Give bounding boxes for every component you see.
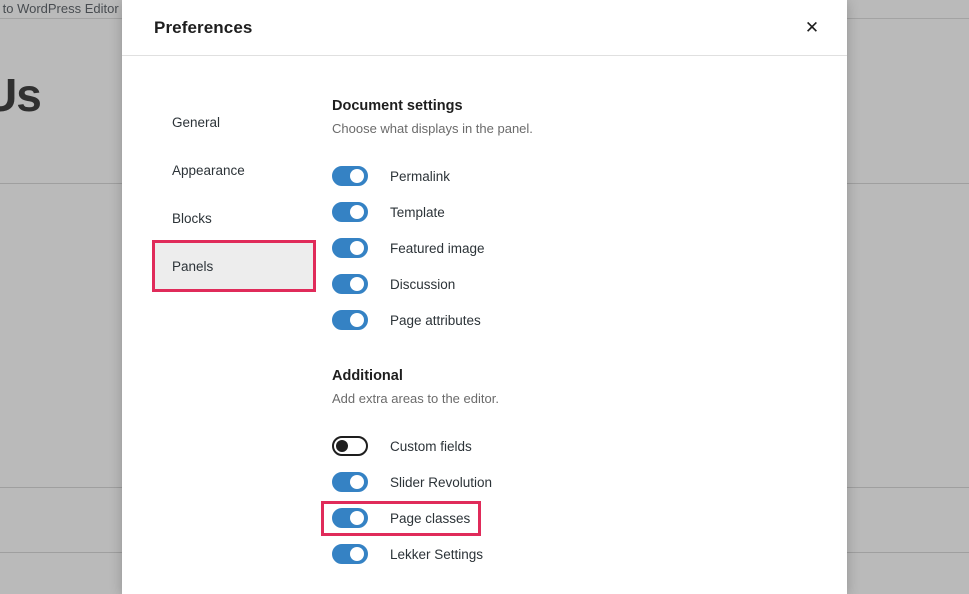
toggle-row-permalink[interactable]: Permalink xyxy=(332,158,847,194)
toggle-knob xyxy=(350,241,364,255)
toggle-switch-lekker-settings[interactable] xyxy=(332,544,368,564)
close-icon[interactable]: ✕ xyxy=(795,11,829,45)
toggle-label: Custom fields xyxy=(390,438,472,454)
toggle-knob xyxy=(350,169,364,183)
toggle-row-lekker-settings[interactable]: Lekker Settings xyxy=(332,536,847,572)
toggle-label: Permalink xyxy=(390,168,451,184)
toggle-row-page-classes[interactable]: Page classes xyxy=(321,500,847,536)
toggle-row-page-attributes[interactable]: Page attributes xyxy=(332,302,847,338)
toggle-switch-page-attributes[interactable] xyxy=(332,310,368,330)
toggle-switch-custom-fields[interactable] xyxy=(332,436,368,456)
section-title: Document settings xyxy=(332,98,463,114)
preferences-panels-pane: Document settings Choose what displays i… xyxy=(314,98,847,572)
toggle-switch-permalink[interactable] xyxy=(332,166,368,186)
toggle-switch-discussion[interactable] xyxy=(332,274,368,294)
sidebar-item-panels[interactable]: Panels xyxy=(152,240,316,292)
section-additional: Additional Add extra areas to the editor… xyxy=(321,368,847,572)
toggle-row-custom-fields[interactable]: Custom fields xyxy=(332,428,847,464)
sidebar-item-label: General xyxy=(172,114,221,130)
toggle-label: Slider Revolution xyxy=(390,474,493,490)
sidebar-item-label: Blocks xyxy=(172,210,212,226)
toggle-label: Lekker Settings xyxy=(390,546,484,562)
page-title: Preferences xyxy=(154,17,253,37)
modal-body: General Appearance Blocks Panels Documen… xyxy=(122,56,847,594)
toggle-knob xyxy=(350,547,364,561)
toggle-row-discussion[interactable]: Discussion xyxy=(332,266,847,302)
toggle-label: Page classes xyxy=(390,510,471,526)
toggle-row-template[interactable]: Template xyxy=(332,194,847,230)
toggle-switch-slider-revolution[interactable] xyxy=(332,472,368,492)
toggle-label: Discussion xyxy=(390,276,456,292)
toggle-knob xyxy=(350,205,364,219)
sidebar-item-label: Panels xyxy=(172,258,214,274)
preferences-tab-list: General Appearance Blocks Panels xyxy=(122,98,316,292)
toggle-label: Template xyxy=(390,204,445,220)
toggle-knob xyxy=(350,475,364,489)
toggle-row-slider-revolution[interactable]: Slider Revolution xyxy=(332,464,847,500)
section-title: Additional xyxy=(332,368,403,384)
sidebar-item-appearance[interactable]: Appearance xyxy=(154,146,314,194)
toggle-label: Page attributes xyxy=(390,312,481,328)
section-description: Choose what displays in the panel. xyxy=(332,121,533,136)
toggle-knob xyxy=(350,313,364,327)
toggle-switch-featured-image[interactable] xyxy=(332,238,368,258)
sidebar-item-general[interactable]: General xyxy=(154,98,314,146)
toggle-knob xyxy=(336,440,348,452)
sidebar-item-label: Appearance xyxy=(172,162,245,178)
toggle-row-featured-image[interactable]: Featured image xyxy=(332,230,847,266)
section-description: Add extra areas to the editor. xyxy=(332,391,499,406)
sidebar-item-blocks[interactable]: Blocks xyxy=(154,194,314,242)
toggle-knob xyxy=(350,277,364,291)
section-document-settings: Document settings Choose what displays i… xyxy=(332,98,847,338)
toggle-knob xyxy=(350,511,364,525)
preferences-modal: Preferences ✕ General Appearance Blocks … xyxy=(122,0,847,594)
toggle-switch-template[interactable] xyxy=(332,202,368,222)
toggle-label: Featured image xyxy=(390,240,485,256)
toggle-switch-page-classes[interactable] xyxy=(332,508,368,528)
modal-header: Preferences ✕ xyxy=(122,0,847,56)
